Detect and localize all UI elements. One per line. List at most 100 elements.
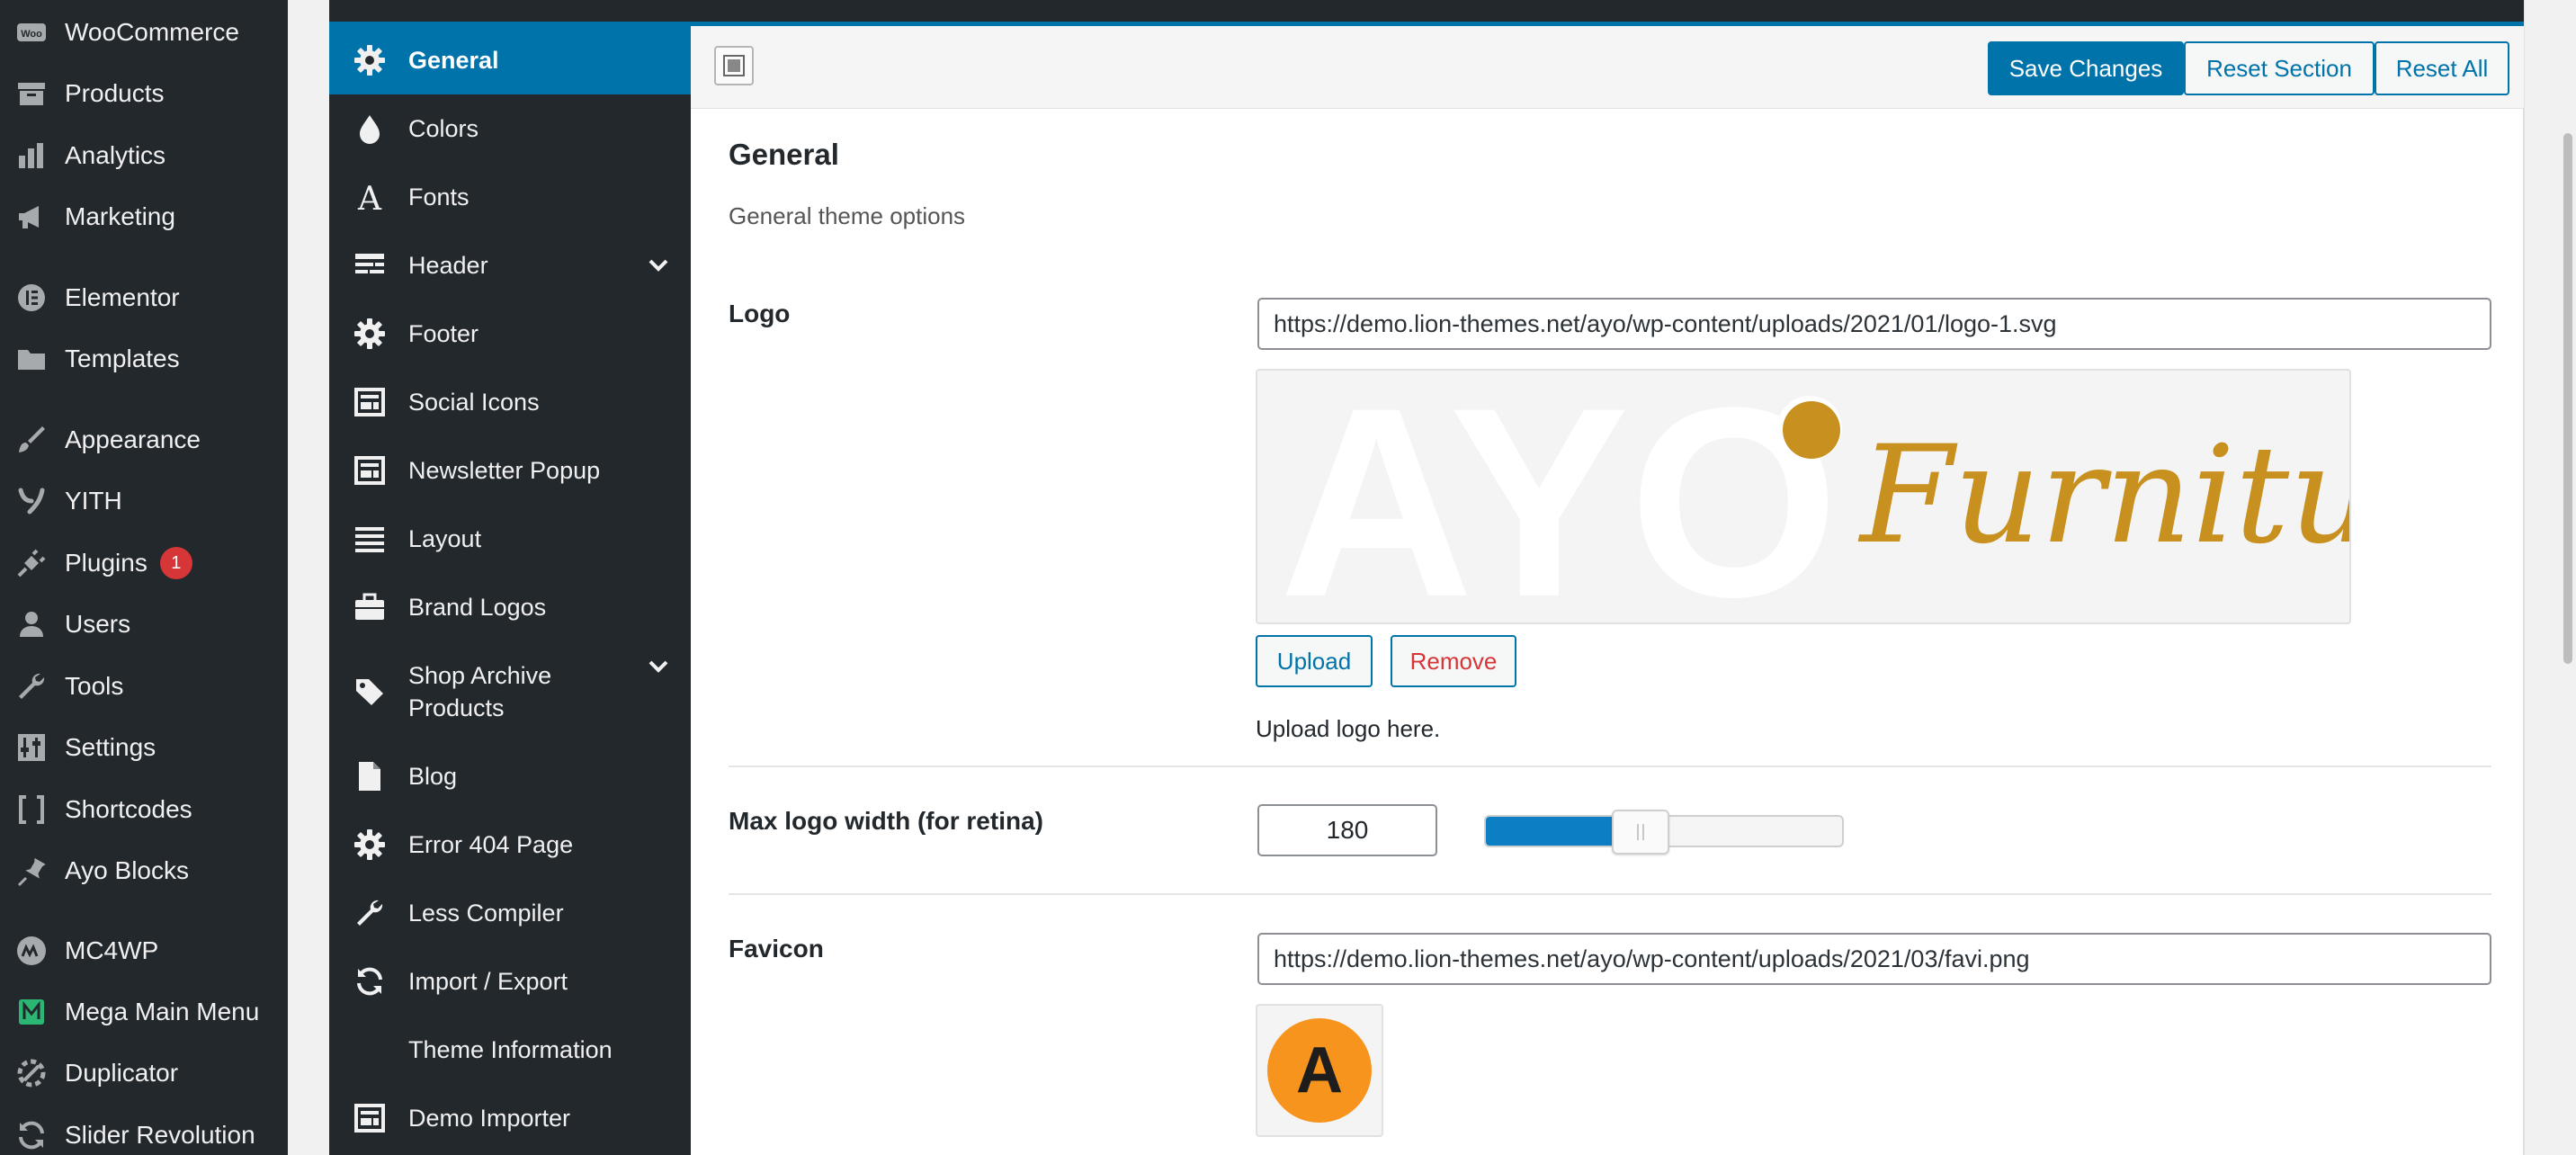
options-nav-brand-logos[interactable]: Brand Logos [329, 573, 691, 641]
wp-menu-item-label: Duplicator [65, 1059, 179, 1087]
plug-icon [14, 546, 49, 580]
woo-icon: Woo [14, 15, 49, 49]
slider-fill [1486, 817, 1615, 846]
yith-icon [14, 484, 49, 518]
reset-all-button[interactable]: Reset All [2375, 41, 2509, 95]
options-nav-general[interactable]: General [329, 26, 691, 94]
favicon-image: A [1267, 1018, 1372, 1123]
logo-url-input[interactable]: https://demo.lion-themes.net/ayo/wp-cont… [1257, 298, 2491, 350]
options-nav-fonts[interactable]: A Fonts [329, 163, 691, 231]
wp-menu-item-elementor[interactable]: Elementor [0, 268, 288, 327]
chevron-down-icon[interactable] [646, 253, 671, 278]
wp-menu-item-label: Appearance [65, 425, 201, 453]
wp-menu-item-mega-main-menu[interactable]: Mega Main Menu [0, 982, 288, 1042]
duplicator-icon [14, 1056, 49, 1090]
wp-menu-item-label: Mega Main Menu [65, 998, 260, 1025]
document-icon [353, 759, 387, 793]
window-icon [353, 453, 387, 488]
wp-menu-item-slider-revolution[interactable]: Slider Revolution [0, 1106, 288, 1155]
wp-menu-item-marketing[interactable]: Marketing [0, 187, 288, 246]
wp-menu-item-analytics[interactable]: Analytics [0, 126, 288, 185]
wp-menu-item-yith[interactable]: YITH [0, 471, 288, 531]
wrench-icon [353, 896, 387, 930]
chevron-down-icon[interactable] [646, 654, 671, 679]
wp-menu-item-label: Ayo Blocks [65, 856, 189, 884]
options-nav-less-compiler[interactable]: Less Compiler [329, 879, 691, 947]
save-changes-button[interactable]: Save Changes [1988, 41, 2184, 95]
wp-menu-item-label: Plugins [65, 549, 148, 577]
options-nav-theme-information[interactable]: Theme Information [329, 1016, 691, 1084]
options-nav-label: Blog [408, 763, 458, 790]
wp-menu-item-shortcodes[interactable]: Shortcodes [0, 780, 288, 839]
bar-chart-icon [14, 139, 49, 173]
brackets-icon [14, 792, 49, 827]
wp-menu-item-label: YITH [65, 487, 122, 515]
options-nav-label-line: Products [408, 694, 505, 721]
refresh-icon [14, 1118, 49, 1152]
options-nav-newsletter-popup[interactable]: Newsletter Popup [329, 436, 691, 505]
options-nav-demo-importer[interactable]: Demo Importer [329, 1084, 691, 1152]
update-count-badge: 1 [159, 547, 192, 579]
wp-menu-item-products[interactable]: Products [0, 64, 288, 123]
layout-toggle-button[interactable] [714, 46, 754, 85]
wrench-icon [14, 669, 49, 703]
favicon-letter: A [1296, 1034, 1343, 1106]
font-icon: A [353, 180, 387, 214]
wp-menu-item-label: MC4WP [65, 936, 159, 964]
options-nav-import-export[interactable]: Import / Export [329, 947, 691, 1016]
options-nav-label: Theme Information [408, 1036, 613, 1063]
slider-handle[interactable] [1612, 810, 1669, 855]
grip-icon [1637, 824, 1644, 840]
max-logo-width-label: Max logo width (for retina) [729, 807, 1043, 835]
options-nav-blog[interactable]: Blog [329, 742, 691, 810]
options-nav-header[interactable]: Header [329, 231, 691, 300]
options-nav-label: Fonts [408, 184, 470, 210]
panel-icon [723, 55, 745, 76]
svg-text:Woo: Woo [21, 29, 42, 40]
logo-upload-button[interactable]: Upload [1256, 635, 1373, 687]
logo-watermark-text: AYO [1279, 371, 1839, 624]
window-icon [353, 385, 387, 419]
options-nav-error-404-page[interactable]: Error 404 Page [329, 810, 691, 879]
wp-menu-item-appearance[interactable]: Appearance [0, 410, 288, 470]
field-divider [729, 766, 2491, 767]
archive-icon [14, 76, 49, 111]
logo-preview: AYO Furniture [1256, 369, 2351, 624]
wp-menu-item-templates[interactable]: Templates [0, 329, 288, 389]
options-nav-label: Demo Importer [408, 1105, 571, 1132]
icon-spacer [353, 1033, 387, 1067]
options-nav-social-icons[interactable]: Social Icons [329, 368, 691, 436]
scrollbar-thumb[interactable] [2563, 133, 2572, 664]
wp-menu-item-tools[interactable]: Tools [0, 657, 288, 716]
wp-menu-item-label: Users [65, 610, 131, 638]
gear-icon [353, 317, 387, 351]
favicon-url-input[interactable]: https://demo.lion-themes.net/ayo/wp-cont… [1257, 933, 2491, 985]
wp-menu-item-mc4wp[interactable]: MC4WP [0, 921, 288, 980]
options-nav-layout[interactable]: Layout [329, 505, 691, 573]
list-icon [353, 522, 387, 556]
user-icon [14, 607, 49, 641]
logo-remove-button[interactable]: Remove [1391, 635, 1516, 687]
wp-menu-item-users[interactable]: Users [0, 595, 288, 654]
folder-icon [14, 342, 49, 376]
max-logo-width-input[interactable]: 180 [1257, 804, 1437, 856]
logo-image: AYO Furniture [1279, 371, 2349, 624]
wp-menu-item-settings[interactable]: Settings [0, 718, 288, 777]
refresh-icon [353, 964, 387, 998]
tags-icon [353, 675, 387, 709]
options-content: Save Changes Reset Section Reset All Gen… [691, 26, 2524, 1155]
wp-menu-item-woocommerce[interactable]: Woo WooCommerce [0, 3, 288, 62]
gear-icon [353, 828, 387, 862]
options-nav-footer[interactable]: Footer [329, 300, 691, 368]
options-nav-shop-archive-products[interactable]: Shop Archive Products [329, 641, 691, 742]
wp-menu-item-label: Shortcodes [65, 795, 192, 823]
options-nav-colors[interactable]: Colors [329, 94, 691, 163]
wp-menu-item-ayo-blocks[interactable]: Ayo Blocks [0, 841, 288, 900]
wp-menu-item-plugins[interactable]: Plugins 1 [0, 533, 288, 593]
options-nav-label: Header [408, 252, 488, 279]
wp-menu-item-duplicator[interactable]: Duplicator [0, 1043, 288, 1103]
options-nav-label-line: Shop Archive [408, 662, 552, 689]
options-toolbar: Save Changes Reset Section Reset All [691, 26, 2524, 109]
options-nav-label: Colors [408, 115, 479, 142]
reset-section-button[interactable]: Reset Section [2184, 41, 2375, 95]
